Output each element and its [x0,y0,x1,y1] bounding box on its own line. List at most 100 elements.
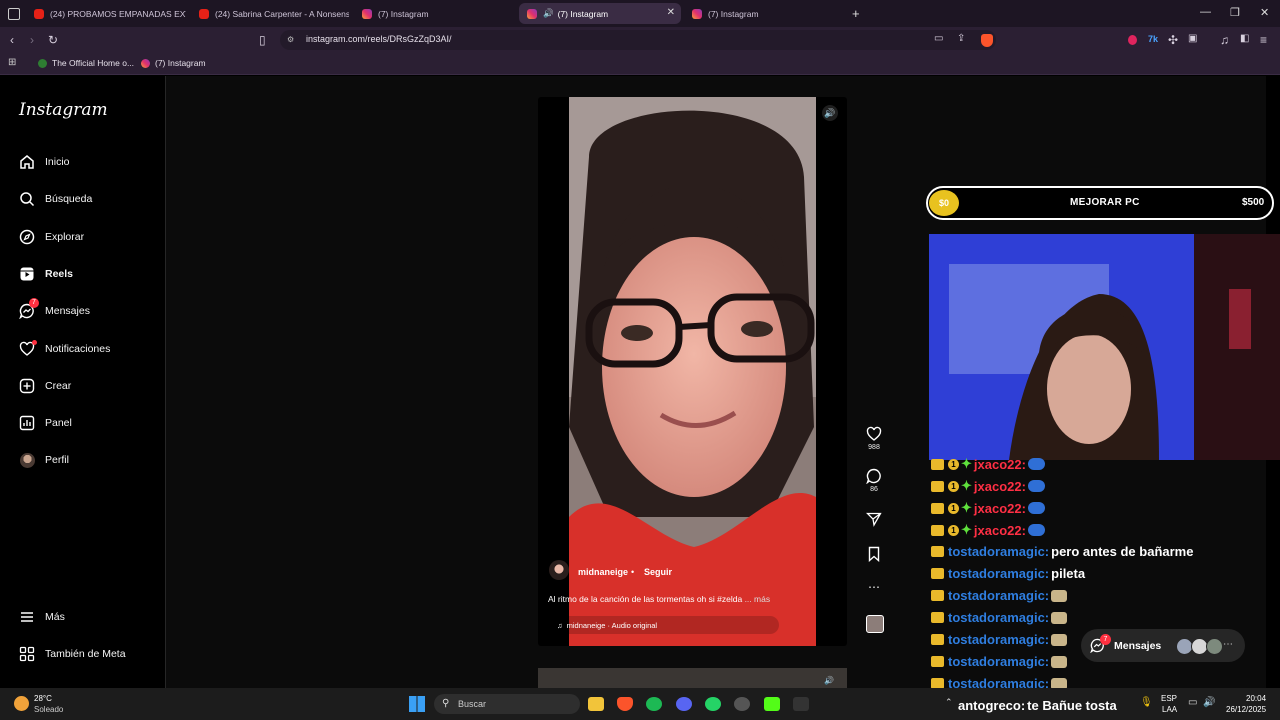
caption-more-link[interactable]: ... más [745,594,771,604]
save-button[interactable] [862,546,886,564]
nav-item-reels[interactable]: Reels [19,266,73,282]
music-icon[interactable]: ♫ [1220,33,1229,47]
tray-icons[interactable] [860,698,940,710]
nav-item-panel[interactable]: Panel [19,415,72,431]
sub-badge: 1 [948,458,959,470]
weather-icon[interactable] [14,696,29,711]
more-options-icon[interactable]: ⋯ [1223,639,1233,650]
share-icon[interactable]: ⇪ [957,33,965,44]
nav-label: Panel [45,417,72,429]
youtube-icon [34,8,44,19]
globe-icon [38,58,47,68]
weather-temp: 28°C [34,694,52,703]
tab[interactable]: (7) Instagram [354,3,514,24]
cast-icon[interactable]: ▭ [934,33,943,44]
apps-grid-icon[interactable]: ⊞ [8,57,16,68]
tab-label: (24) Sabrina Carpenter - A Nonsense... [215,8,349,19]
plus-square-icon [19,378,35,394]
network-icon[interactable]: ▭ [1188,697,1197,708]
new-tab-icon[interactable]: + [852,6,860,21]
tab[interactable]: (24) PROBAMOS EMPANADAS EXTR... [26,3,186,24]
tab[interactable]: (24) Sabrina Carpenter - A Nonsense... [191,3,349,24]
author-avatar[interactable] [549,560,569,580]
sidebar-icon[interactable]: ◧ [1240,33,1249,44]
reels-icon [19,266,35,282]
nav-item-mas[interactable]: Más [19,609,65,625]
whatsapp-icon[interactable] [705,697,721,711]
extension-icon[interactable] [1128,35,1137,45]
puzzle-icon[interactable]: ✣ [1168,33,1178,47]
messages-pill-label: Mensajes [1114,640,1162,652]
volume-icon[interactable]: 🔊 [824,676,834,685]
language-top[interactable]: ESP [1161,694,1177,703]
tab-actions-icon[interactable] [8,8,20,20]
mic-icon[interactable]: 🎙 [1140,697,1153,708]
brave-shield-icon[interactable] [981,34,993,47]
audio-pill[interactable]: ♫ midnaneige · Audio original [553,616,779,634]
next-reel-preview[interactable] [538,668,847,688]
nav-item-mensajes[interactable]: 7 Mensajes [19,298,90,319]
follow-button[interactable]: Seguir [644,567,672,577]
tab-active[interactable]: 🔊 (7) Instagram ✕ [519,3,681,24]
crown-icon [931,546,944,557]
app-icon[interactable] [734,697,750,711]
tab[interactable]: (7) Instagram [684,3,844,24]
search-icon: ⚲ [442,698,450,709]
extension-icon[interactable]: ▣ [1188,33,1197,44]
forward-icon[interactable]: › [30,33,34,47]
more-options-icon[interactable]: ⋯ [862,580,886,594]
nav-label: Reels [45,268,74,280]
nav-item-inicio[interactable]: Inicio [19,154,70,170]
windows-start-icon[interactable] [409,696,425,712]
discord-icon[interactable] [676,697,692,711]
separator-dot: • [631,567,635,577]
chevron-up-icon[interactable]: ⌃ [945,697,953,708]
notification-badge: 7 [29,298,39,308]
audio-thumbnail[interactable] [866,615,884,633]
nav-item-notificaciones[interactable]: Notificaciones [19,340,110,357]
hamburger-icon [19,609,35,625]
back-icon[interactable]: ‹ [10,33,14,47]
nav-label: Inicio [45,156,70,168]
site-info-icon[interactable]: ⚙ [287,35,294,44]
reel-caption: Al ritmo de la canción de las tormentas … [548,594,770,604]
chat-username: tostadoramagic: [948,610,1050,625]
maximize-icon[interactable]: ❐ [1230,6,1240,19]
bookmark-icon[interactable]: ▯ [259,33,266,47]
clock-time[interactable]: 20:04 [1246,694,1266,703]
spotify-icon[interactable] [646,697,662,711]
reel-video-frame [569,97,816,646]
taskbar-search[interactable] [434,694,580,714]
menu-icon[interactable]: ≡ [1260,33,1267,47]
nav-item-perfil[interactable]: Perfil [19,452,69,468]
bookmark-item[interactable]: The Official Home o... [38,58,134,68]
nav-item-busqueda[interactable]: Búsqueda [19,191,92,207]
kick-icon[interactable] [764,697,780,711]
minimize-icon[interactable]: — [1200,6,1211,18]
sparkle-icon: ✦ [961,456,972,471]
weather-desc: Soleado [34,705,64,714]
meta-grid-icon [19,646,35,662]
volume-icon[interactable]: 🔊 [822,105,838,121]
goal-current: $0 [929,190,959,216]
comment-button[interactable]: 86 [862,468,886,493]
close-window-icon[interactable]: ✕ [1260,6,1269,19]
reload-icon[interactable]: ↻ [48,33,58,47]
like-button[interactable]: 988 [862,426,886,451]
instagram-logo[interactable]: Instagram [19,100,108,120]
file-explorer-icon[interactable] [588,697,604,711]
audio-label: midnaneige · Audio original [566,620,658,630]
reel-video[interactable] [569,97,816,646]
share-button[interactable] [862,511,886,529]
nav-item-meta[interactable]: También de Meta [19,646,126,662]
bookmark-item[interactable]: (7) Instagram [141,58,206,68]
music-note-icon: ♫ [557,620,563,630]
extension-icon[interactable]: 7k [1148,34,1158,44]
chat-message: tostadoramagic: [931,588,1068,603]
nav-item-explorar[interactable]: Explorar [19,229,84,245]
reel-author[interactable]: midnaneige [578,567,628,577]
close-tab-icon[interactable]: ✕ [667,7,675,18]
epic-games-icon[interactable] [793,697,809,711]
nav-item-crear[interactable]: Crear [19,378,71,394]
volume-icon[interactable]: 🔊 [1203,697,1215,708]
